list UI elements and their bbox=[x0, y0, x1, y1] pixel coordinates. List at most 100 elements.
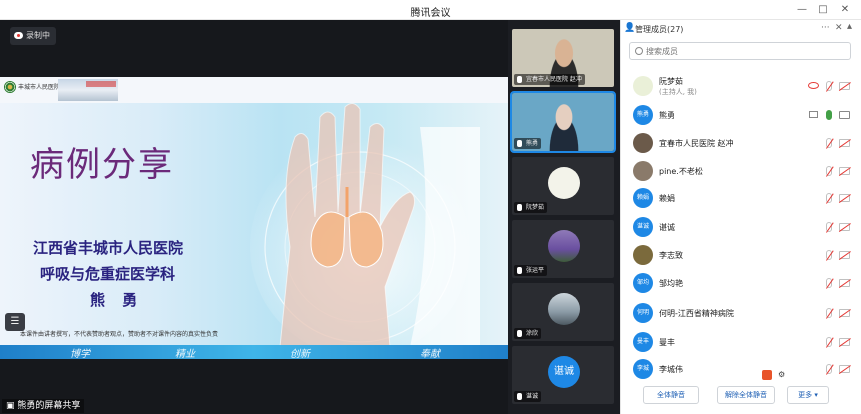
tray-settings-icon[interactable]: ⚙ bbox=[778, 370, 785, 379]
member-avatar: 何明 bbox=[633, 303, 653, 323]
recording-label: 录制中 bbox=[26, 31, 50, 40]
mic-muted-icon[interactable] bbox=[826, 138, 832, 148]
member-row[interactable]: 赖娟 赖娟 bbox=[621, 185, 856, 211]
slide-subtitle-department: 呼吸与危重症医学科 bbox=[40, 265, 176, 283]
member-name: 赖娟 bbox=[659, 194, 675, 203]
member-row[interactable]: 阮梦茹 (主持人, 我) bbox=[621, 73, 856, 99]
menu-list-icon[interactable]: ☰ bbox=[5, 313, 25, 331]
slide-footer-word: 博学 bbox=[70, 349, 90, 359]
member-avatar: 李城 bbox=[633, 359, 653, 379]
members-panel-title: 管理成员(27) bbox=[635, 25, 684, 34]
member-name: 阮梦茹 bbox=[659, 77, 683, 86]
screen-share-label: ▣ 熊勇的屏幕共享 bbox=[2, 399, 85, 413]
screen-share-icon bbox=[809, 111, 818, 118]
member-name: 曼丰 bbox=[659, 338, 675, 347]
camera-off-icon[interactable] bbox=[839, 251, 850, 259]
video-tile[interactable]: 谌诚 谌诚 bbox=[512, 346, 614, 404]
recording-badge[interactable]: 录制中 bbox=[10, 27, 56, 45]
camera-on-icon[interactable] bbox=[839, 111, 850, 119]
more-options-icon[interactable]: ··· bbox=[821, 23, 830, 33]
member-row[interactable]: 李志致 bbox=[621, 242, 856, 268]
member-search-box[interactable] bbox=[629, 42, 851, 60]
video-tile[interactable]: 涂欣 bbox=[512, 283, 614, 341]
mic-muted-icon[interactable] bbox=[826, 166, 832, 176]
video-tile[interactable]: 宜春市人民医院 赵冲 bbox=[512, 29, 614, 87]
mic-muted-icon[interactable] bbox=[826, 250, 832, 260]
camera-off-icon[interactable] bbox=[839, 279, 850, 287]
video-thumbnail-strip: 宜春市人民医院 赵冲 熊勇 阮梦茹 张运平 涂欣 谌诚 谌诚 bbox=[508, 20, 620, 414]
mic-muted-icon[interactable] bbox=[826, 364, 832, 374]
input-method-icon[interactable] bbox=[762, 370, 772, 380]
member-row[interactable]: 何明 何明-江西省精神病院 bbox=[621, 300, 856, 326]
camera-off-icon[interactable] bbox=[839, 338, 850, 346]
dinosaur-avatar-icon bbox=[633, 76, 653, 96]
camera-off-icon[interactable] bbox=[839, 139, 850, 147]
camera-off-icon[interactable] bbox=[839, 309, 850, 317]
slide-logo-text: 丰城市人民医院 bbox=[18, 84, 61, 91]
close-icon[interactable]: ✕ bbox=[837, 2, 853, 18]
camera-off-icon[interactable] bbox=[839, 223, 850, 231]
camera-off-icon[interactable] bbox=[839, 167, 850, 175]
mic-on-icon[interactable] bbox=[826, 110, 832, 120]
mic-muted-icon[interactable] bbox=[826, 81, 832, 91]
maximize-icon[interactable]: □ bbox=[815, 2, 831, 18]
scroll-up-icon[interactable]: ▴ bbox=[847, 21, 852, 32]
slide-footer-word: 奉献 bbox=[420, 349, 440, 359]
mic-muted-icon[interactable] bbox=[826, 337, 832, 347]
video-tile[interactable]: 熊勇 bbox=[510, 91, 616, 153]
landscape-avatar-icon bbox=[548, 293, 580, 325]
slide-footer-banner: 博学 精业 创新 奉献 bbox=[0, 345, 508, 359]
slide-title: 病例分享 bbox=[30, 145, 174, 185]
close-panel-icon[interactable]: ✕ bbox=[835, 23, 843, 33]
member-name: 李志致 bbox=[659, 251, 683, 260]
minimize-icon[interactable]: — bbox=[794, 2, 810, 18]
camera-off-icon[interactable] bbox=[839, 365, 850, 373]
camera-off-icon[interactable] bbox=[839, 194, 850, 202]
member-name: 谌诚 bbox=[659, 223, 675, 232]
mic-muted-icon[interactable] bbox=[826, 222, 832, 232]
member-row[interactable]: 曼丰 曼丰 bbox=[621, 329, 856, 355]
mic-muted-icon[interactable] bbox=[826, 308, 832, 318]
member-name: 宜春市人民医院 赵冲 bbox=[659, 139, 734, 148]
video-tile-name: 阮梦茹 bbox=[514, 202, 548, 213]
slide-footer-word: 精业 bbox=[175, 349, 195, 359]
title-bar: 腾讯会议 — □ ✕ bbox=[0, 0, 861, 20]
hospital-building-image bbox=[58, 79, 118, 101]
member-avatar bbox=[633, 133, 653, 153]
member-row[interactable]: 李城 李城伟 bbox=[621, 356, 856, 382]
video-tile-name: 熊勇 bbox=[514, 138, 542, 149]
lavender-avatar-icon bbox=[548, 230, 580, 262]
member-row[interactable]: 谌诚 谌诚 bbox=[621, 214, 856, 240]
video-tile-name: 张运平 bbox=[514, 265, 548, 276]
member-avatar: 邹均 bbox=[633, 273, 653, 293]
screen-share-icon: ▣ bbox=[6, 401, 15, 411]
mic-muted-icon[interactable] bbox=[826, 278, 832, 288]
mic-muted-icon[interactable] bbox=[826, 193, 832, 203]
member-avatar: 曼丰 bbox=[633, 332, 653, 352]
hospital-logo-icon bbox=[4, 81, 16, 93]
video-tile[interactable]: 张运平 bbox=[512, 220, 614, 278]
mute-all-button[interactable]: 全体静音 bbox=[643, 386, 699, 404]
more-button-label: 更多 bbox=[798, 391, 813, 399]
members-panel-footer: 全体静音 解除全体静音 更多 ▾ bbox=[621, 382, 861, 414]
member-avatar: 熊勇 bbox=[633, 105, 653, 125]
lung-icon bbox=[310, 187, 384, 268]
people-icon: 👤 bbox=[624, 23, 636, 33]
unmute-all-button[interactable]: 解除全体静音 bbox=[717, 386, 775, 404]
member-avatar: 谌诚 bbox=[633, 217, 653, 237]
member-name: 邹均艳 bbox=[659, 279, 683, 288]
member-row[interactable]: 宜春市人民医院 赵冲 bbox=[621, 130, 856, 156]
member-row[interactable]: 邹均 邹均艳 bbox=[621, 270, 856, 296]
video-tile-name: 宜春市人民医院 赵冲 bbox=[514, 74, 585, 85]
meeting-window: 腾讯会议 — □ ✕ 录制中 丰城市人民医院 病例分享 江西省丰城市人民医院 呼… bbox=[0, 0, 861, 414]
shared-slide: 丰城市人民医院 病例分享 江西省丰城市人民医院 呼吸与危重症医学科 熊 勇 本课… bbox=[0, 77, 508, 359]
video-tile[interactable]: 阮梦茹 bbox=[512, 157, 614, 215]
more-button[interactable]: 更多 ▾ bbox=[787, 386, 829, 404]
member-row[interactable]: pine.不老松 bbox=[621, 158, 856, 184]
member-row[interactable]: 熊勇 熊勇 bbox=[621, 102, 856, 128]
member-search-input[interactable] bbox=[646, 44, 846, 58]
slide-footer-word: 创新 bbox=[290, 349, 310, 359]
visible-icon[interactable] bbox=[808, 82, 819, 89]
camera-off-icon[interactable] bbox=[839, 82, 850, 90]
member-name: 何明-江西省精神病院 bbox=[659, 309, 734, 318]
